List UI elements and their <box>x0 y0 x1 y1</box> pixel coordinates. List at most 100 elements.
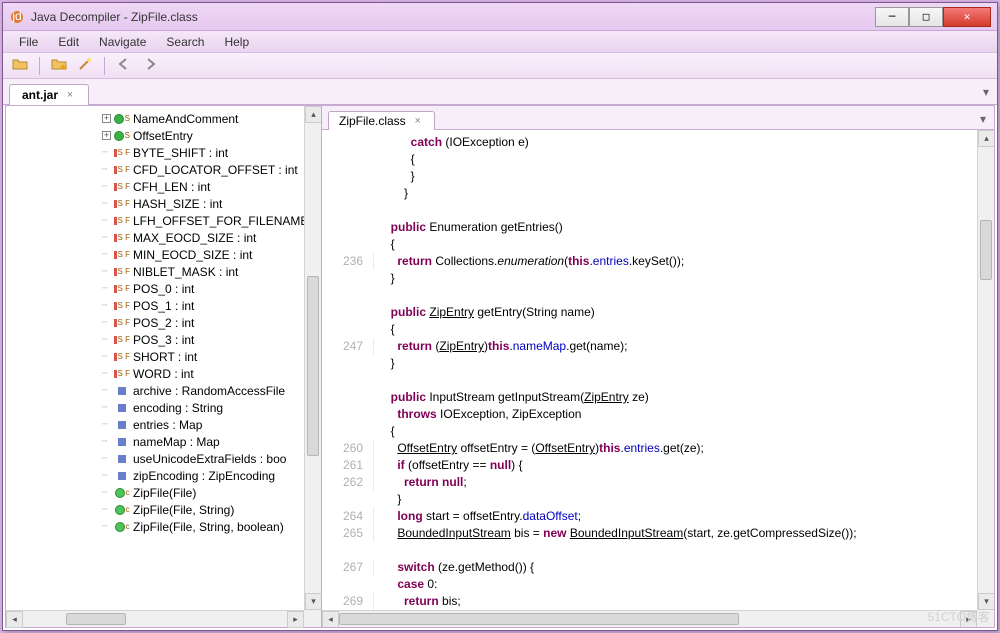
code-line[interactable]: } <box>322 185 994 202</box>
arrow-right-icon <box>143 57 157 74</box>
tree-item[interactable]: ┈S FSHORT : int <box>6 348 321 365</box>
tab-zipfile-class[interactable]: ZipFile.class × <box>328 111 435 130</box>
line-number: 247 <box>322 338 374 355</box>
maximize-button[interactable]: □ <box>909 7 943 27</box>
tab-ant-jar[interactable]: ant.jar × <box>9 84 89 105</box>
scroll-right-icon[interactable]: ▸ <box>287 611 304 628</box>
open-button[interactable] <box>9 55 31 77</box>
code-line[interactable]: throws IOException, ZipException <box>322 406 994 423</box>
line-number: 261 <box>322 457 374 474</box>
code-line[interactable] <box>322 202 994 219</box>
tree-item[interactable]: ┈S FCFD_LOCATOR_OFFSET : int <box>6 161 321 178</box>
tree-item[interactable]: ┈entries : Map <box>6 416 321 433</box>
code-line[interactable]: 264 long start = offsetEntry.dataOffset; <box>322 508 994 525</box>
tree-item[interactable]: +SOffsetEntry <box>6 127 321 144</box>
scroll-thumb[interactable] <box>339 613 739 625</box>
tree-item-label: HASH_SIZE : int <box>133 197 222 211</box>
editor-hscrollbar[interactable]: ◂ ▸ <box>322 610 977 627</box>
code-line[interactable]: 236 return Collections.enumeration(this.… <box>322 253 994 270</box>
tree-item[interactable]: ┈S FPOS_0 : int <box>6 280 321 297</box>
scroll-thumb[interactable] <box>66 613 126 625</box>
menu-navigate[interactable]: Navigate <box>89 33 156 51</box>
tree-item[interactable]: ┈S FPOS_3 : int <box>6 331 321 348</box>
menu-file[interactable]: File <box>9 33 48 51</box>
tree-item[interactable]: ┈S FCFH_LEN : int <box>6 178 321 195</box>
code-line[interactable]: 269 return bis; <box>322 593 994 610</box>
close-icon[interactable]: × <box>412 115 424 127</box>
tree-item[interactable]: ┈archive : RandomAccessFile <box>6 382 321 399</box>
code-line[interactable]: { <box>322 236 994 253</box>
code-line[interactable] <box>322 287 994 304</box>
close-button[interactable]: ✕ <box>943 7 991 27</box>
field-red-icon: S F <box>114 349 130 365</box>
tree-item[interactable]: ┈S FWORD : int <box>6 365 321 382</box>
scroll-left-icon[interactable]: ◂ <box>322 611 339 627</box>
code-line[interactable]: 265 BoundedInputStream bis = new Bounded… <box>322 525 994 542</box>
code-line[interactable]: { <box>322 321 994 338</box>
code-line[interactable]: public ZipEntry getEntry(String name) <box>322 304 994 321</box>
tree-connector: ┈ <box>102 232 114 243</box>
minimize-button[interactable]: ─ <box>875 7 909 27</box>
tree-item[interactable]: ┈S FMAX_EOCD_SIZE : int <box>6 229 321 246</box>
nav-back-button[interactable] <box>113 55 135 77</box>
tree-item[interactable]: ┈zipEncoding : ZipEncoding <box>6 467 321 484</box>
scroll-up-icon[interactable]: ▴ <box>305 106 321 123</box>
code-line[interactable]: { <box>322 151 994 168</box>
expand-icon[interactable]: + <box>102 114 111 123</box>
tree-item[interactable]: ┈S FBYTE_SHIFT : int <box>6 144 321 161</box>
outline-tree[interactable]: +SNameAndComment+SOffsetEntry┈S FBYTE_SH… <box>6 106 321 539</box>
tree-item[interactable]: ┈cZipFile(File, String) <box>6 501 321 518</box>
editor-vscrollbar[interactable]: ▴ ▾ <box>977 130 994 610</box>
code-line[interactable]: 261 if (offsetEntry == null) { <box>322 457 994 474</box>
code-line[interactable]: public InputStream getInputStream(ZipEnt… <box>322 389 994 406</box>
code-line[interactable]: } <box>322 491 994 508</box>
tree-item[interactable]: ┈encoding : String <box>6 399 321 416</box>
close-icon[interactable]: × <box>64 89 76 101</box>
tab-dropdown-icon[interactable]: ▾ <box>983 85 989 99</box>
code-line[interactable]: { <box>322 423 994 440</box>
sidebar-vscrollbar[interactable]: ▴ ▾ <box>304 106 321 610</box>
menu-search[interactable]: Search <box>156 33 214 51</box>
code-line[interactable]: catch (IOException e) <box>322 134 994 151</box>
code-line[interactable]: 262 return null; <box>322 474 994 491</box>
menu-help[interactable]: Help <box>214 33 259 51</box>
tree-item[interactable]: ┈cZipFile(File, String, boolean) <box>6 518 321 535</box>
code-line[interactable]: case 0: <box>322 576 994 593</box>
tree-item[interactable]: ┈nameMap : Map <box>6 433 321 450</box>
sidebar-hscrollbar[interactable]: ◂ ▸ <box>6 610 304 627</box>
code-line[interactable]: public Enumeration getEntries() <box>322 219 994 236</box>
scroll-down-icon[interactable]: ▾ <box>305 593 321 610</box>
tree-item[interactable]: ┈cZipFile(File) <box>6 484 321 501</box>
tree-item[interactable]: ┈S FMIN_EOCD_SIZE : int <box>6 246 321 263</box>
wand-button[interactable] <box>74 55 96 77</box>
code-line[interactable] <box>322 372 994 389</box>
tree-item[interactable]: ┈S FHASH_SIZE : int <box>6 195 321 212</box>
scroll-up-icon[interactable]: ▴ <box>978 130 994 147</box>
menu-edit[interactable]: Edit <box>48 33 89 51</box>
code-line[interactable] <box>322 542 994 559</box>
scroll-thumb[interactable] <box>307 276 319 456</box>
tree-item[interactable]: ┈S FNIBLET_MASK : int <box>6 263 321 280</box>
tab-dropdown-icon[interactable]: ▾ <box>980 112 986 126</box>
scroll-down-icon[interactable]: ▾ <box>978 593 994 610</box>
code-line[interactable]: 260 OffsetEntry offsetEntry = (OffsetEnt… <box>322 440 994 457</box>
nav-forward-button[interactable] <box>139 55 161 77</box>
source-code[interactable]: catch (IOException e) { } } public Enume… <box>322 130 994 627</box>
expand-icon[interactable]: + <box>102 131 111 140</box>
tree-item[interactable]: ┈useUnicodeExtraFields : boo <box>6 450 321 467</box>
code-line[interactable]: } <box>322 355 994 372</box>
scroll-right-icon[interactable]: ▸ <box>960 611 977 627</box>
tree-item[interactable]: ┈S FLFH_OFFSET_FOR_FILENAME <box>6 212 321 229</box>
tree-item[interactable]: ┈S FPOS_1 : int <box>6 297 321 314</box>
tree-item[interactable]: ┈S FPOS_2 : int <box>6 314 321 331</box>
code-line[interactable]: 267 switch (ze.getMethod()) { <box>322 559 994 576</box>
scroll-left-icon[interactable]: ◂ <box>6 611 23 628</box>
arrow-left-icon <box>117 57 131 74</box>
code-line[interactable]: 247 return (ZipEntry)this.nameMap.get(na… <box>322 338 994 355</box>
titlebar[interactable]: jd Java Decompiler - ZipFile.class ─ □ ✕ <box>3 3 997 31</box>
scroll-thumb[interactable] <box>980 220 992 280</box>
code-line[interactable]: } <box>322 270 994 287</box>
code-line[interactable]: } <box>322 168 994 185</box>
save-button[interactable] <box>48 55 70 77</box>
tree-item[interactable]: +SNameAndComment <box>6 110 321 127</box>
